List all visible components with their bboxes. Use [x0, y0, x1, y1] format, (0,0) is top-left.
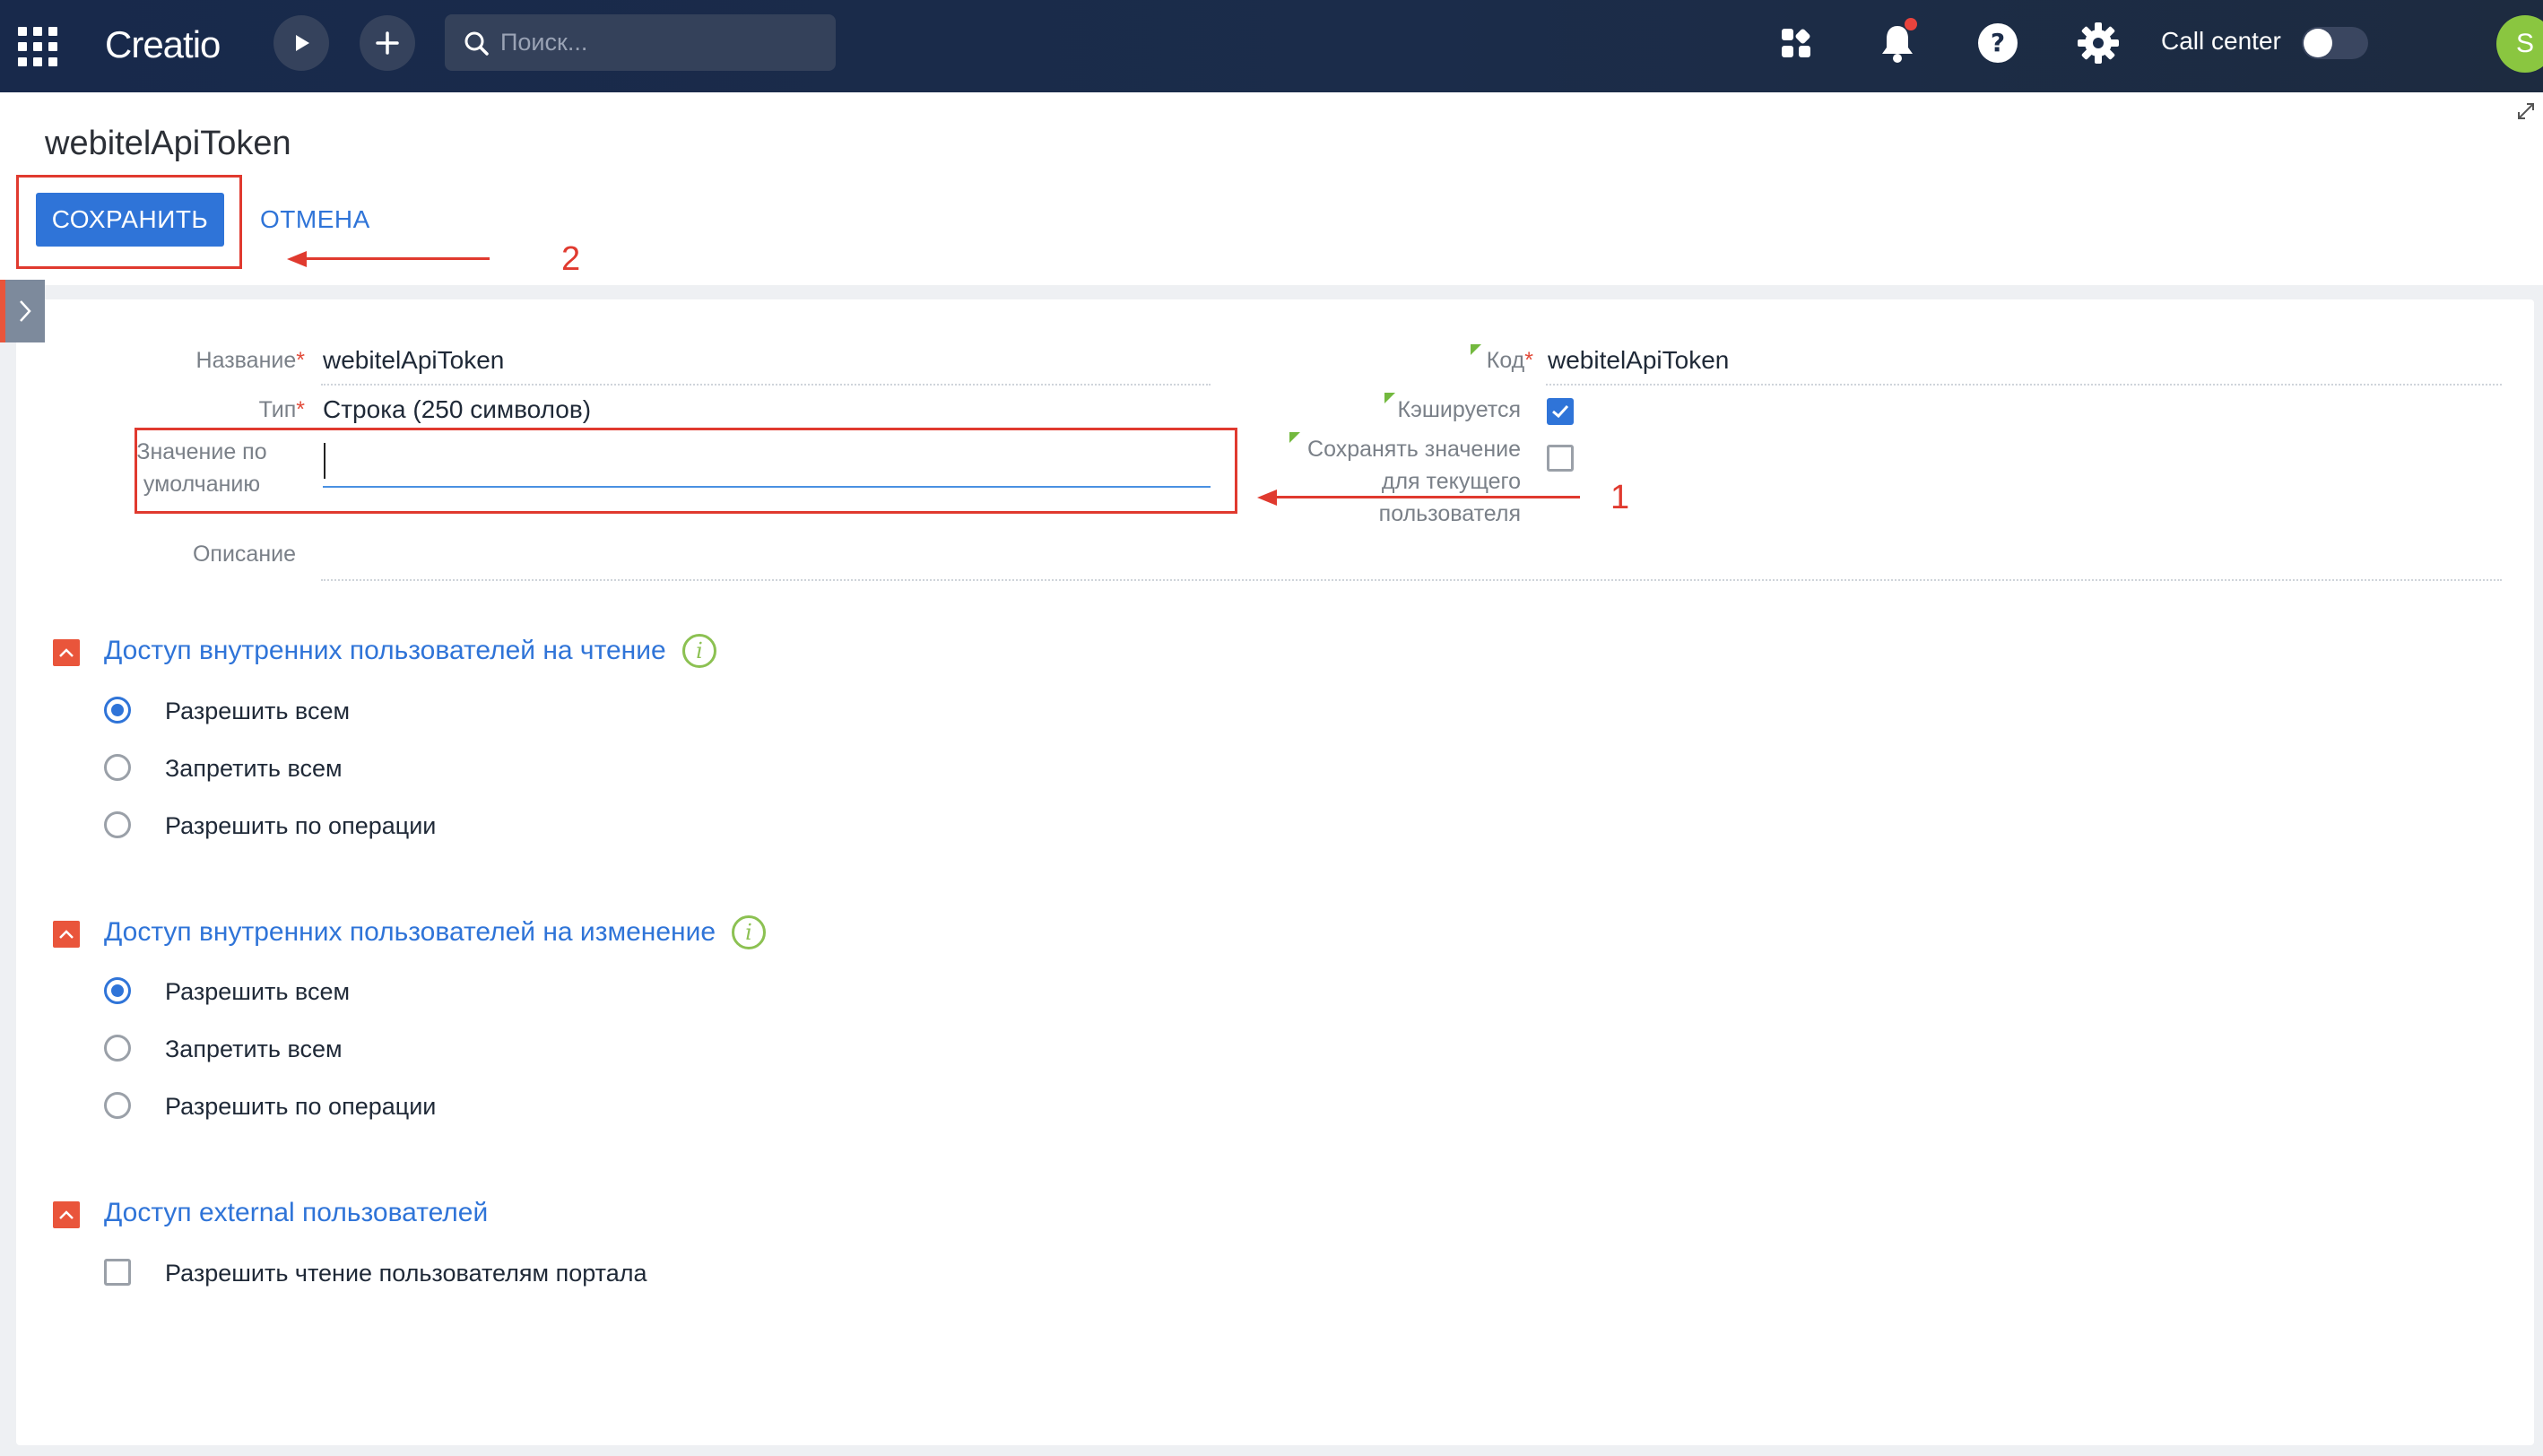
- description-label: Описание: [192, 542, 296, 567]
- annotation-number-1: 1: [1610, 479, 1630, 516]
- expand-icon[interactable]: [2516, 101, 2536, 121]
- required-mark: *: [296, 397, 305, 422]
- code-label: Код*: [1435, 344, 1533, 377]
- option-label: Запретить всем: [165, 755, 343, 782]
- info-icon[interactable]: i: [682, 634, 716, 668]
- type-label: Тип*: [135, 394, 305, 426]
- run-process-button[interactable]: [273, 15, 329, 71]
- section-collapse-toggle[interactable]: [53, 1201, 80, 1228]
- required-mark: *: [296, 348, 305, 373]
- name-label: Название*: [135, 344, 305, 377]
- cancel-button[interactable]: ОТМЕНА: [260, 193, 370, 247]
- notification-dot: [1905, 18, 1917, 30]
- radio-edit-by-operation[interactable]: [104, 1092, 131, 1119]
- option-label: Разрешить по операции: [165, 1093, 437, 1120]
- name-label-text: Название: [195, 348, 297, 373]
- apps-grid-icon[interactable]: [18, 27, 57, 66]
- bell-icon[interactable]: [1874, 18, 1921, 66]
- call-center-toggle[interactable]: [2302, 27, 2368, 59]
- page-header: webitelApiToken СОХРАНИТЬ ОТМЕНА: [0, 92, 2543, 285]
- page-title: webitelApiToken: [45, 125, 291, 162]
- chevron-right-icon: [20, 300, 31, 322]
- section-collapse-toggle[interactable]: [53, 639, 80, 666]
- annotation-arrow-line: [1272, 496, 1580, 498]
- portal-read-checkbox[interactable]: [104, 1259, 131, 1286]
- chevron-up-icon: [59, 930, 74, 939]
- sidebar-toggle[interactable]: [0, 280, 45, 342]
- radio-read-deny-all[interactable]: [104, 754, 131, 781]
- radio-edit-deny-all[interactable]: [104, 1035, 131, 1062]
- radio-edit-allow-all[interactable]: [104, 977, 131, 1004]
- section-title-external[interactable]: Доступ external пользователей: [104, 1198, 488, 1228]
- type-label-text: Тип: [258, 397, 297, 422]
- apps-icon[interactable]: [1773, 20, 1819, 66]
- required-mark: *: [1524, 348, 1533, 373]
- save-for-user-label-line3: пользователя: [1378, 501, 1521, 526]
- plus-icon: [376, 31, 399, 55]
- annotation-number-2: 2: [561, 240, 581, 278]
- info-icon[interactable]: i: [732, 915, 766, 949]
- svg-text:?: ?: [1991, 28, 2005, 57]
- add-button[interactable]: [360, 15, 415, 71]
- section-title-edit[interactable]: Доступ внутренних пользователей на измен…: [104, 917, 716, 948]
- search-icon: [464, 31, 489, 56]
- toggle-knob: [2304, 29, 2332, 57]
- radio-read-by-operation[interactable]: [104, 811, 131, 838]
- option-label: Запретить всем: [165, 1036, 343, 1062]
- option-label: Разрешить всем: [165, 978, 351, 1005]
- cached-label: Кэшируется: [1397, 397, 1521, 422]
- call-center-label: Call center: [2161, 27, 2281, 55]
- avatar[interactable]: S: [2496, 15, 2543, 73]
- name-value[interactable]: webitelApiToken: [323, 346, 504, 375]
- chevron-up-icon: [59, 1210, 74, 1219]
- section-title-read[interactable]: Доступ внутренних пользователей на чтени…: [104, 636, 666, 666]
- type-value[interactable]: Строка (250 символов): [323, 395, 591, 424]
- search-box[interactable]: [445, 14, 836, 71]
- save-for-user-label-line2: для текущего: [1381, 469, 1521, 494]
- option-label: Разрешить по операции: [165, 812, 437, 839]
- save-for-user-label-line1: Сохранять значение: [1307, 437, 1521, 462]
- code-label-text: Код: [1486, 348, 1525, 373]
- search-input[interactable]: [499, 28, 825, 57]
- checkmark-icon: [1552, 404, 1569, 419]
- annotation-box-save: [16, 175, 242, 269]
- description-field[interactable]: [321, 579, 2502, 581]
- help-icon[interactable]: ?: [1975, 20, 2021, 66]
- option-label: Разрешить всем: [165, 698, 351, 724]
- play-icon: [296, 35, 309, 51]
- creatio-logo[interactable]: Creatio: [105, 20, 221, 70]
- save-for-user-checkbox[interactable]: [1547, 445, 1574, 472]
- portal-read-label: Разрешить чтение пользователям портала: [165, 1260, 647, 1287]
- top-bar: Creatio ?: [0, 0, 2543, 92]
- section-collapse-toggle[interactable]: [53, 921, 80, 948]
- gear-icon[interactable]: [2075, 20, 2122, 66]
- annotation-arrow-line: [301, 257, 490, 260]
- annotation-box-default-value: [135, 428, 1237, 514]
- chevron-up-icon: [59, 648, 74, 657]
- radio-read-allow-all[interactable]: [104, 697, 131, 724]
- name-underline: [321, 384, 1211, 386]
- code-underline: [1546, 384, 2502, 386]
- save-for-user-label: Сохранять значение для текущего пользова…: [1255, 433, 1521, 530]
- cached-checkbox[interactable]: [1547, 398, 1574, 425]
- code-value[interactable]: webitelApiToken: [1548, 346, 1729, 375]
